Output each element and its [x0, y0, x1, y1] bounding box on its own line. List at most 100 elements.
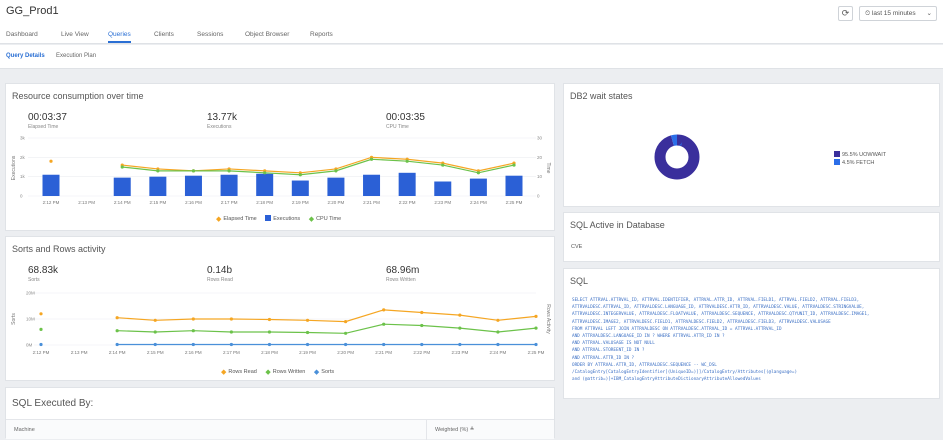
y2-tick-label: 20 — [537, 155, 543, 160]
legend-item[interactable]: 4.5% FETCH — [834, 159, 886, 167]
metric-value: 68.96m — [386, 265, 420, 276]
metric-cpu-time: 00:03:35 CPU Time — [386, 112, 425, 130]
data-point-rows-read — [420, 310, 424, 315]
legend-item[interactable]: ◆ Rows Written — [265, 368, 305, 376]
data-point-rows-written — [420, 323, 424, 328]
refresh-icon: ⟳ — [841, 8, 850, 18]
time-range-value: last 15 minutes — [871, 10, 916, 17]
data-point-elapsed-time — [49, 159, 53, 163]
resource-legend: ◆ Elapsed Time Executions ◆ CPU Time — [216, 215, 348, 223]
data-point-cpu-time — [512, 163, 516, 167]
sorts-rows-panel: Sorts and Rows activity 68.83k Sorts 0.1… — [5, 236, 555, 381]
x-tick-label: 2:15 PM — [149, 200, 166, 205]
y2-tick-label: 10 — [537, 174, 543, 179]
series-line-rows-written — [117, 323, 537, 334]
subtab-execution-plan[interactable]: Execution Plan — [56, 53, 96, 59]
data-point-sorts — [344, 342, 348, 347]
sql-active-value: CVE — [571, 244, 583, 250]
bar-executions — [469, 178, 487, 196]
data-point-sorts — [305, 342, 310, 347]
diamond-icon: ◆ — [265, 369, 271, 376]
metric-value: 13.77k — [207, 112, 238, 123]
bar-executions — [42, 174, 60, 196]
data-point-cpu-time — [476, 171, 480, 175]
data-point-sorts — [267, 342, 272, 347]
sql-panel: SQL SELECT ATTRVAL.ATTRVAL_ID, ATTRVAL.I… — [563, 268, 940, 399]
tab-sessions[interactable]: Sessions — [197, 31, 223, 38]
metric-value: 00:03:35 — [386, 112, 425, 123]
data-point-rows-written — [344, 331, 348, 335]
data-point-cpu-time — [334, 169, 338, 173]
sorts-chart: 20M 10M 0M Sorts Rows Activity 2:12 PM 2:13 PM… — [11, 291, 551, 356]
tab-object-browser[interactable]: Object Browser — [245, 31, 289, 38]
x-tick-label: 2:16 PM — [185, 350, 202, 355]
data-point-cpu-time — [405, 159, 409, 163]
y-axis-label: Sorts — [11, 313, 17, 325]
refresh-button[interactable]: ⟳ — [838, 6, 853, 21]
legend-label: CPU Time — [316, 216, 342, 222]
bar-executions — [505, 175, 523, 196]
diamond-icon: ◆ — [216, 216, 222, 223]
sql-line: AND ATTRVAL.STOREENT_ID IN ? — [572, 348, 645, 354]
column-header-weighted[interactable]: Weighted (%) ≜ — [426, 420, 474, 440]
y-tick-label: 2k — [20, 155, 26, 160]
sorts-legend: ◆ Rows Read ◆ Rows Written ◆ Sorts — [221, 368, 341, 376]
tab-live-view[interactable]: Live View — [61, 31, 89, 38]
tab-dashboard[interactable]: Dashboard — [6, 31, 38, 38]
sql-line: FROM ATTRVAL LEFT JOIN ATTRVALDESC ON AT… — [572, 326, 782, 332]
legend-item[interactable]: ◆ Sorts — [314, 368, 334, 376]
data-point-rows-written — [153, 330, 157, 334]
tab-reports[interactable]: Reports — [310, 31, 333, 38]
sql-line: and (@attrib=)]+IBM_CatalogEntryAttribut… — [572, 377, 761, 383]
subtab-query-details[interactable]: Query Details — [6, 53, 45, 59]
x-tick-label: 2:23 PM — [451, 350, 468, 355]
data-point-cpu-time — [441, 163, 445, 167]
data-point-rows-read — [39, 312, 43, 316]
tab-queries[interactable]: Queries — [108, 31, 131, 43]
data-point-cpu-time — [227, 169, 231, 173]
diamond-icon: ◆ — [308, 216, 315, 223]
legend-label: 95.5% UOWWAIT — [842, 152, 887, 158]
column-header-machine[interactable]: Machine — [14, 427, 35, 433]
data-point-sorts — [191, 342, 195, 347]
x-tick-label: 2:20 PM — [328, 200, 345, 205]
bar-executions — [256, 173, 274, 196]
data-point-rows-read — [153, 318, 157, 322]
x-tick-label: 2:12 PM — [43, 200, 60, 205]
data-point-rows-written — [382, 322, 386, 326]
series-line-rows-read — [117, 309, 537, 323]
data-point-rows-read — [191, 317, 195, 321]
resource-consumption-panel: Resource consumption over time 00:03:37 … — [5, 83, 555, 231]
legend-item[interactable]: 95.5% UOWWAIT — [834, 151, 886, 159]
time-range-select[interactable]: ⏲ last 15 minutes ⌄ — [859, 6, 937, 21]
data-point-cpu-time — [191, 169, 196, 173]
data-point-rows-written — [458, 326, 462, 330]
legend-item[interactable]: ◆ Elapsed Time — [216, 215, 257, 223]
data-point-sorts — [496, 342, 500, 347]
panel-title: Resource consumption over time — [12, 91, 144, 101]
data-point-rows-written — [115, 329, 119, 333]
legend-item[interactable]: ◆ CPU Time — [309, 215, 341, 223]
metric-rows-written: 68.96m Rows Written — [386, 265, 419, 283]
bar-executions — [434, 181, 452, 196]
db2-wait-states-panel: DB2 wait states 95.5% UOWWAIT 4.5% FETCH — [563, 83, 940, 207]
x-tick-label: 2:14 PM — [114, 200, 131, 205]
metric-value: 68.83k — [28, 265, 59, 276]
tab-clients[interactable]: Clients — [154, 31, 174, 38]
panel-title: SQL — [570, 276, 589, 286]
diamond-icon: ◆ — [313, 369, 320, 376]
data-point-cpu-time — [263, 171, 267, 175]
y2-axis-label: Rows Activity — [545, 304, 551, 334]
y-tick-label: 0M — [26, 343, 33, 348]
metric-label: Rows Written — [386, 277, 416, 283]
legend-item[interactable]: Executions — [265, 215, 300, 222]
y-tick-label: 20M — [26, 291, 35, 296]
sql-line: AND ATTRVAL.ATTR_ID IN ? — [572, 355, 635, 361]
square-icon — [834, 159, 840, 165]
legend-item[interactable]: ◆ Rows Read — [221, 368, 257, 376]
data-point-sorts — [382, 342, 386, 347]
data-point-sorts — [153, 342, 157, 347]
data-point-rows-written — [267, 330, 272, 334]
panel-title: SQL Executed By: — [12, 398, 94, 409]
data-point-rows-read — [496, 318, 500, 322]
